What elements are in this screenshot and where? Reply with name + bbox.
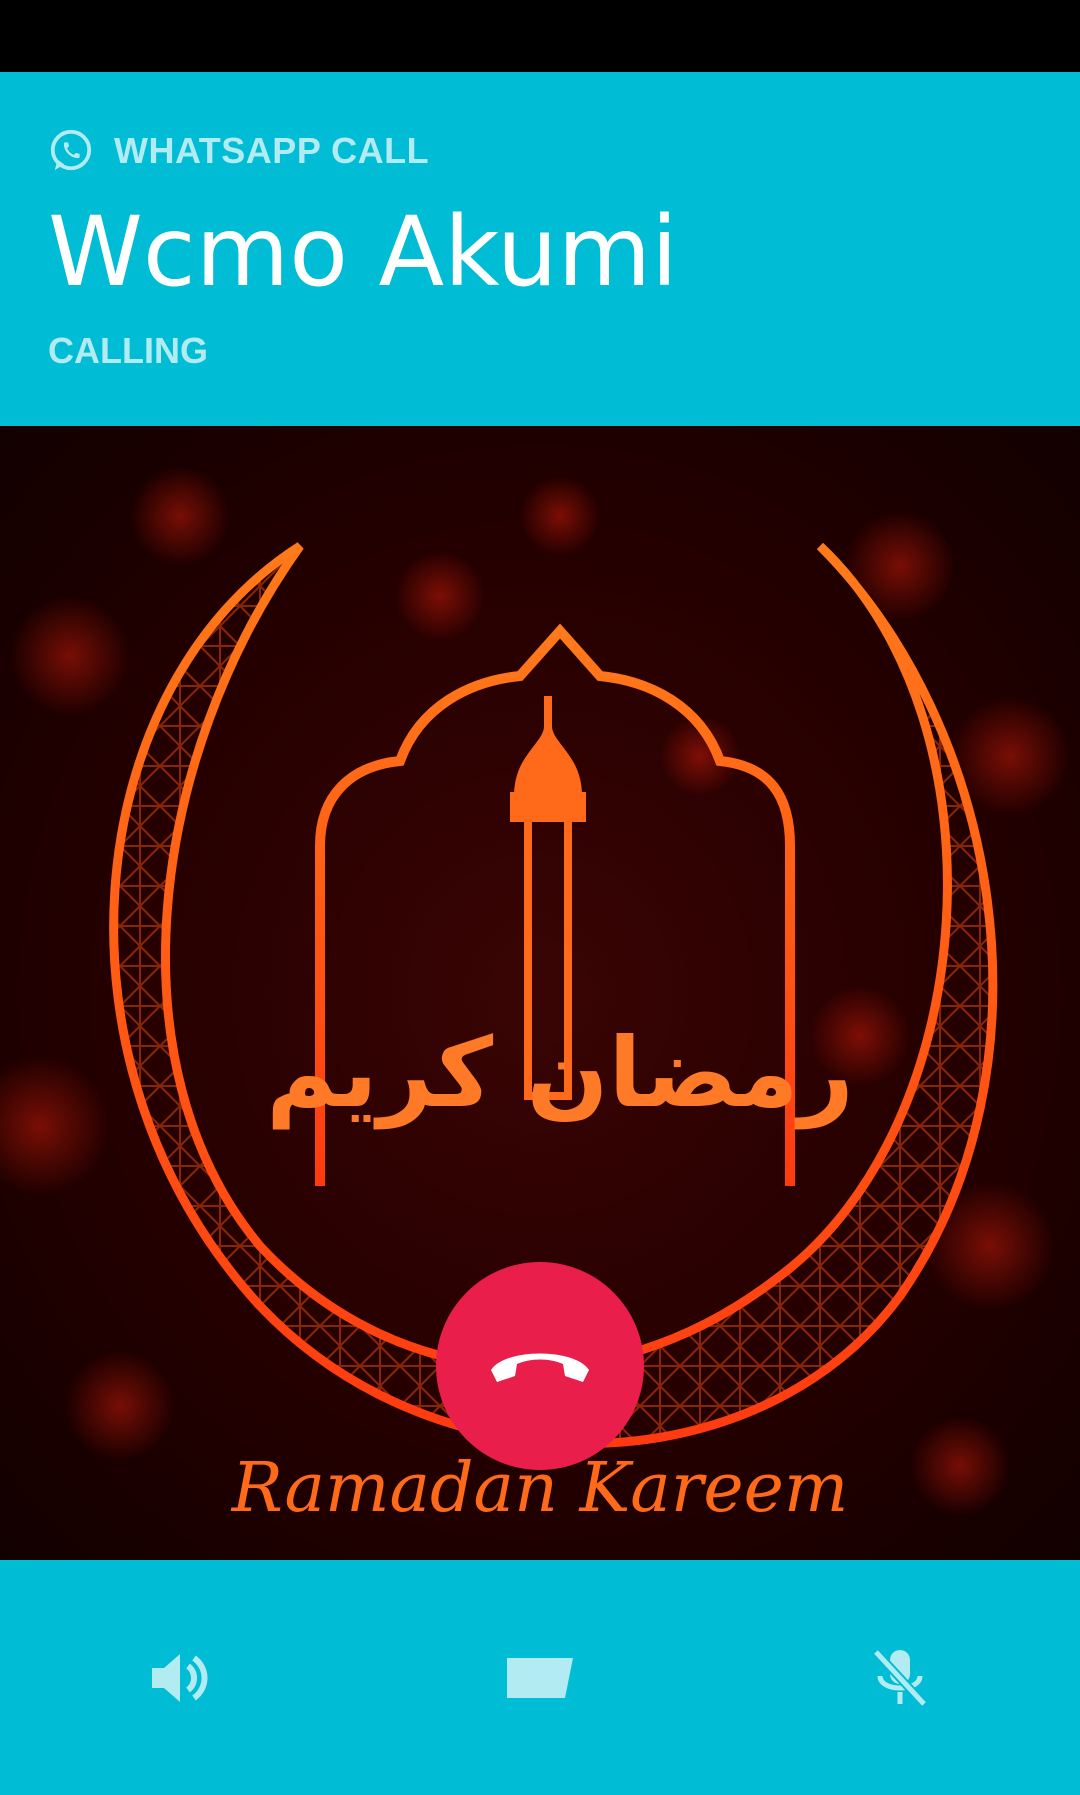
app-row: WHATSAPP CALL bbox=[48, 128, 429, 174]
whatsapp-icon bbox=[50, 129, 92, 171]
speaker-icon bbox=[152, 1654, 208, 1702]
mic-off-icon bbox=[872, 1648, 928, 1708]
calligraphy-text: رمضان كريم bbox=[266, 1017, 854, 1130]
status-bar bbox=[0, 0, 1080, 72]
end-call-button[interactable] bbox=[436, 1262, 644, 1470]
video-icon bbox=[507, 1658, 573, 1698]
video-button[interactable] bbox=[500, 1638, 580, 1718]
call-controls bbox=[0, 1560, 1080, 1795]
mute-button[interactable] bbox=[860, 1638, 940, 1718]
call-header: WHATSAPP CALL Wcmo Akumi CALLING bbox=[0, 72, 1080, 426]
call-status: CALLING bbox=[48, 330, 208, 371]
speaker-button[interactable] bbox=[140, 1638, 220, 1718]
phone-hangup-icon bbox=[491, 1353, 589, 1382]
contact-name: Wcmo Akumi bbox=[48, 196, 678, 308]
app-label: WHATSAPP CALL bbox=[114, 130, 430, 171]
